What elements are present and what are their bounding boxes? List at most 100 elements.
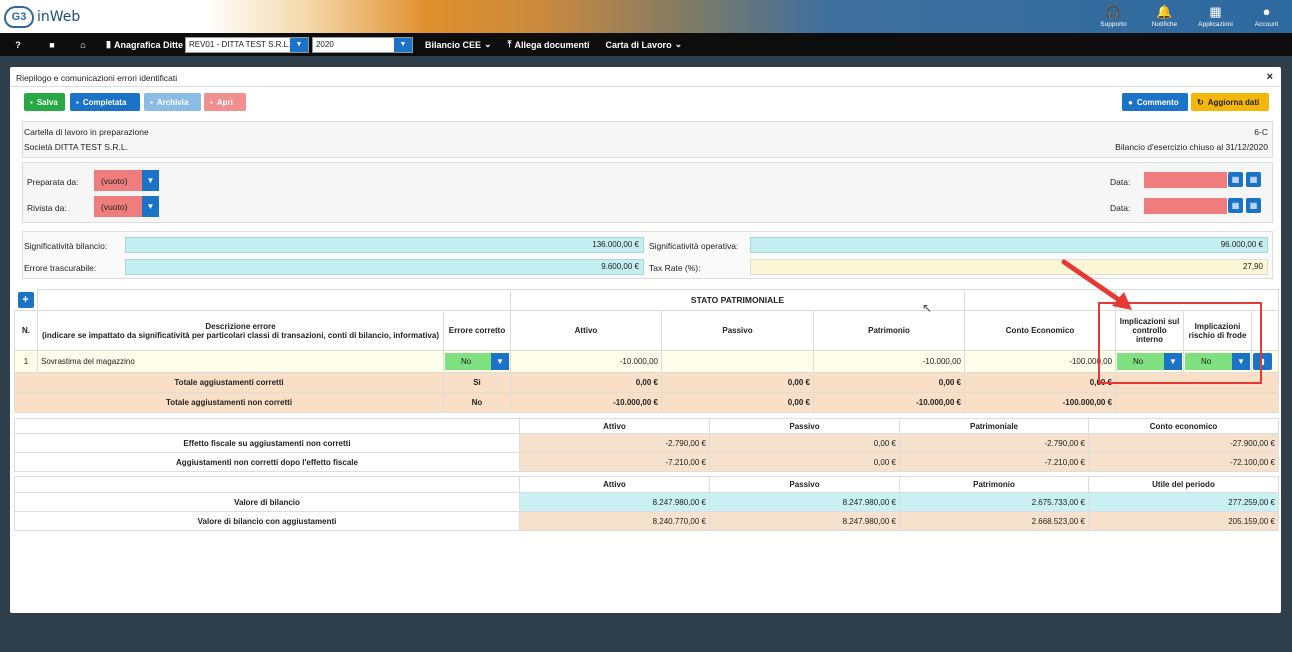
building-icon: ▮: [106, 39, 111, 49]
top-bar: G3 inWeb 🎧 Supporto 🔔 Notifiche ▦ Applicazi…: [0, 0, 1292, 33]
notifications-label: Notifiche: [1151, 21, 1178, 28]
row-patrimonio[interactable]: -10.000,00: [812, 350, 966, 373]
row-descrizione[interactable]: Sovrastima del magazzino: [37, 350, 444, 373]
info-box: Cartella di lavoro in preparazione 6-C S…: [22, 121, 1273, 158]
video-button[interactable]: ■: [36, 33, 68, 56]
notifications-button[interactable]: 🔔 Notifiche: [1139, 0, 1190, 33]
tot-non-corretti-passivo: 0,00 €: [661, 392, 814, 413]
sig-operativa-label: Significatività operativa:: [649, 241, 739, 251]
tot-corretti-patrimonio: 0,00 €: [812, 372, 966, 393]
anagrafica-menu[interactable]: ▮ Anagrafica Ditte: [98, 33, 191, 56]
bilancio-label: Bilancio CEE: [424, 39, 481, 50]
value-row-label: Valore di bilancio con aggiustamenti: [14, 511, 520, 531]
col-corretto-header: Errore corretto: [443, 310, 511, 351]
value-row-label: Valore di bilancio: [14, 492, 520, 512]
red-arrow-icon: [1061, 259, 1132, 310]
archivia-label: Archivia: [156, 97, 189, 107]
tot-non-corretti-attivo: -10.000,00 €: [510, 392, 662, 413]
app-name: inWeb: [37, 9, 81, 25]
row-passivo[interactable]: [661, 350, 814, 373]
effect-header-attivo: Attivo: [519, 418, 710, 434]
year-select[interactable]: 2020 ▼: [311, 36, 413, 53]
code-text: 6-C: [1254, 127, 1268, 137]
calendar-icon[interactable]: ▦: [1228, 198, 1243, 213]
tot-corretti-attivo: 0,00 €: [510, 372, 662, 393]
effect-cell: -2.790,00 €: [519, 433, 710, 453]
company-select[interactable]: REV01 - DITTA TEST S.R.L. ▼: [184, 36, 309, 53]
help-button[interactable]: ?: [0, 33, 36, 56]
apri-label: Apri: [216, 97, 233, 107]
check-icon: ▪: [76, 97, 79, 107]
total-non-corretti-row: Totale aggiustamenti non corretti No -10…: [14, 392, 1280, 413]
row-n: 1: [14, 350, 38, 373]
chevron-down-icon[interactable]: ▼: [142, 196, 159, 217]
app-logo[interactable]: G3 inWeb: [4, 3, 80, 31]
add-row-button[interactable]: +: [17, 291, 34, 308]
errore-field[interactable]: 9.600,00 €: [125, 259, 644, 275]
completata-button[interactable]: ▪ Completata: [70, 93, 140, 111]
tot-non-corretti-conto: -100.000,00 €: [964, 392, 1117, 413]
save-button[interactable]: ▪ Salva: [24, 93, 65, 111]
effect-cell: -7.210,00 €: [519, 452, 710, 472]
apps-button[interactable]: ▦ Applicazioni: [1190, 0, 1241, 33]
preparata-date-field[interactable]: [1144, 172, 1227, 188]
corretto-value: No: [461, 357, 472, 366]
allega-menu[interactable]: ⤒ Allega documenti: [500, 33, 598, 56]
home-button[interactable]: ⌂: [68, 33, 98, 56]
rivista-select[interactable]: (vuoto): [94, 196, 142, 217]
status-text: Cartella di lavoro in preparazione: [24, 127, 149, 137]
refresh-icon: ↻: [1197, 97, 1204, 107]
sig-operativa-field[interactable]: 96.000,00 €: [750, 237, 1268, 253]
top-icons: 🎧 Supporto 🔔 Notifiche ▦ Applicazioni ● Acco…: [1088, 0, 1292, 33]
tax-field[interactable]: 27,90: [750, 259, 1268, 275]
data-label: Data:: [1110, 177, 1131, 187]
calendar-today-icon[interactable]: ▦: [1246, 198, 1261, 213]
apri-button[interactable]: ▪ Apri: [204, 93, 246, 111]
aggiorna-button[interactable]: ↻ Aggiorna dati: [1191, 93, 1269, 111]
bilancio-note: Bilancio d'esercizio chiuso al 31/12/202…: [1115, 142, 1268, 152]
chevron-down-icon[interactable]: ▼: [142, 170, 159, 191]
value-header-patrimonio: Patrimonio: [899, 476, 1089, 493]
bilancio-menu[interactable]: Bilancio CEE ⌄: [417, 33, 500, 56]
preparata-select[interactable]: (vuoto): [94, 170, 142, 191]
table-row: Valore di bilancio con aggiustamenti 8.2…: [14, 511, 1279, 531]
home-icon: ⌂: [80, 39, 86, 50]
row-attivo[interactable]: -10.000,00: [510, 350, 662, 373]
tot-corretti-conto: 0,00 €: [964, 372, 1117, 393]
descrizione-title: Descrizione errore: [205, 321, 276, 331]
upload-icon: ⤒: [507, 39, 512, 49]
col-descrizione-header: Descrizione errore (indicare se impattato…: [37, 310, 444, 351]
sig-bilancio-label: Significatività bilancio:: [24, 241, 108, 251]
col-passivo-header: Passivo: [661, 310, 814, 351]
chevron-down-icon: ⌄: [484, 39, 492, 49]
commento-label: Commento: [1136, 97, 1179, 107]
commento-button[interactable]: ● Commento: [1122, 93, 1188, 111]
main-panel: Riepilogo e comunicazioni errori identif…: [10, 67, 1281, 613]
row-conto[interactable]: -100.000,00: [964, 350, 1117, 373]
sig-bilancio-field[interactable]: 136.000,00 €: [125, 237, 644, 253]
calendar-today-icon[interactable]: ▦: [1246, 172, 1261, 187]
tot-non-corretti-flag: No: [443, 392, 511, 413]
col-n-header: N.: [14, 310, 38, 351]
bell-icon: 🔔: [1156, 4, 1173, 19]
effect-cell: 0,00 €: [709, 452, 900, 472]
carta-menu[interactable]: Carta di Lavoro ⌄: [598, 33, 691, 56]
corretto-select[interactable]: No ▼: [445, 353, 509, 370]
table-row: Effetto fiscale su aggiustamenti non cor…: [14, 433, 1279, 453]
account-button[interactable]: ● Account: [1241, 0, 1292, 33]
support-button[interactable]: 🎧 Supporto: [1088, 0, 1139, 33]
rivista-date-field[interactable]: [1144, 198, 1227, 214]
effect-cell: -72.100,00 €: [1088, 452, 1279, 472]
table-row: 1 Sovrastima del magazzino No ▼ -10.000,0…: [14, 350, 1280, 373]
company-text: Società DITTA TEST S.R.L.: [24, 142, 128, 152]
value-cell: 277.259,00 €: [1088, 492, 1279, 512]
account-label: Account: [1254, 21, 1279, 28]
save-label: Salva: [36, 97, 58, 107]
completata-label: Completata: [82, 97, 127, 107]
archivia-button[interactable]: ▪ Archivia: [144, 93, 201, 111]
row-corretto-cell: No ▼: [443, 350, 511, 373]
close-icon[interactable]: ×: [1267, 71, 1273, 83]
value-cell: 8.240.770,00 €: [519, 511, 710, 531]
calendar-icon[interactable]: ▦: [1228, 172, 1243, 187]
support-label: Supporto: [1100, 21, 1127, 28]
